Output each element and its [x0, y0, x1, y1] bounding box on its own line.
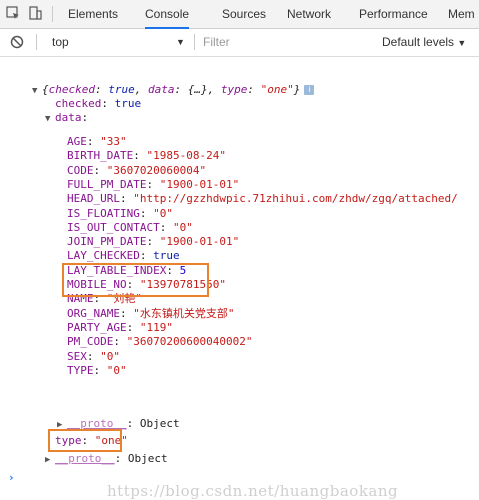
property-value: "0" [100, 349, 120, 363]
brace: } [293, 83, 301, 96]
property-key: __proto__ [55, 452, 115, 465]
property-key: BIRTH_DATE [67, 149, 134, 163]
tab-performance[interactable]: Performance [359, 0, 428, 28]
property-value: "0" [153, 206, 173, 220]
property-value: "119" [139, 320, 173, 334]
property-key: HEAD_URL [67, 192, 120, 206]
property-key: checked [55, 97, 102, 110]
property-value: "1900-01-01" [159, 235, 240, 249]
device-toolbar-icon[interactable] [28, 6, 42, 20]
proto-row[interactable]: ▶ __proto__: Object [45, 452, 168, 466]
prompt-caret-icon: › [8, 471, 15, 484]
property-value: Object [127, 452, 168, 465]
property-value: true [114, 97, 142, 110]
data-property-row[interactable]: ▼ data: [45, 111, 88, 125]
object-summary[interactable]: ▼ {checked: true, data: {…}, type: "one"}… [32, 83, 315, 98]
property-key: FULL_PM_DATE [67, 177, 147, 191]
expand-triangle-icon[interactable]: ▼ [45, 112, 55, 126]
property-row: checked: true [55, 97, 142, 110]
property-key: AGE [67, 135, 87, 148]
log-levels-dropdown[interactable]: Default levels ▼ [382, 29, 466, 57]
filter-divider [36, 34, 37, 50]
data-field-row: PARTY_AGE: "119" [67, 320, 173, 334]
summary-value: {…} [187, 83, 208, 96]
chevron-down-icon: ▼ [457, 38, 467, 48]
data-field-row: BIRTH_DATE: "1985-08-24" [67, 149, 226, 163]
property-value: true [153, 249, 180, 263]
property-value: "3607020060004" [106, 163, 207, 177]
tab-network[interactable]: Network [287, 0, 331, 28]
property-key: ORG_NAME [67, 306, 120, 320]
property-value: "水东镇机关党支部" [133, 306, 235, 320]
data-field-row: IS_OUT_CONTACT: "0" [67, 220, 193, 234]
data-field-row: JOIN_PM_DATE: "1900-01-01" [67, 235, 240, 249]
property-value: "0" [172, 220, 193, 234]
data-field-row: CODE: "3607020060004" [67, 163, 207, 177]
tab-console[interactable]: Console [145, 0, 190, 29]
property-key: IS_FLOATING [67, 206, 140, 220]
data-field-row: HEAD_URL: "http://gzzhdwpic.71zhihui.com… [67, 192, 458, 206]
watermark: https://blog.csdn.net/huangbaokang [107, 482, 399, 500]
expand-triangle-icon[interactable]: ▶ [45, 453, 55, 467]
property-value: "33" [100, 135, 127, 148]
property-key: data [55, 111, 82, 124]
property-key: LAY_CHECKED [67, 249, 140, 263]
property-key: IS_OUT_CONTACT [67, 220, 160, 234]
property-key: CODE [67, 163, 94, 177]
filter-divider [194, 34, 195, 50]
summary-value: true [108, 83, 135, 96]
devtools-tabbar: Elements Console Sources Network Perform… [0, 0, 479, 29]
property-value: "36070200600040002" [126, 335, 253, 349]
brace: { [42, 83, 49, 96]
data-field-row: AGE: "33" [67, 135, 127, 148]
property-value: "0" [106, 363, 127, 377]
data-field-row: FULL_PM_DATE: "1900-01-01" [67, 177, 240, 191]
highlight-box [62, 263, 209, 297]
console-output: ▼ {checked: true, data: {…}, type: "one"}… [0, 57, 479, 498]
filter-input[interactable] [203, 34, 363, 50]
data-field-row: TYPE: "0" [67, 363, 127, 377]
property-key: PARTY_AGE [67, 320, 127, 334]
property-value: "http://gzzhdwpic.71zhihui.com/zhdw/zgq/… [133, 192, 458, 206]
property-key: SEX [67, 349, 87, 363]
data-field-row: LAY_CHECKED: true [67, 249, 180, 263]
property-value: "1900-01-01" [159, 177, 240, 191]
highlight-box [48, 429, 122, 452]
tab-sources[interactable]: Sources [222, 0, 266, 28]
property-key: PM_CODE [67, 335, 114, 349]
data-field-row: ORG_NAME: "水东镇机关党支部" [67, 306, 235, 320]
expand-triangle-icon[interactable]: ▼ [32, 84, 42, 98]
property-value: Object [139, 417, 180, 430]
tab-memory[interactable]: Mem [448, 0, 475, 28]
property-key: JOIN_PM_DATE [67, 235, 147, 249]
tab-elements[interactable]: Elements [68, 0, 118, 28]
console-prompt[interactable]: › [8, 471, 15, 485]
clear-console-icon[interactable] [10, 35, 24, 49]
summary-value: "one" [260, 83, 294, 96]
data-field-row: PM_CODE: "36070200600040002" [67, 335, 253, 349]
property-key: TYPE [67, 363, 94, 377]
summary-key: data [147, 83, 175, 96]
summary-key: type [220, 83, 248, 96]
data-field-row: IS_FLOATING: "0" [67, 206, 173, 220]
toolbar-divider [52, 6, 53, 22]
console-filter-bar: top ▼ Default levels ▼ [0, 29, 479, 57]
data-field-row: SEX: "0" [67, 349, 120, 363]
property-value: "1985-08-24" [146, 149, 226, 163]
inspect-element-icon[interactable] [6, 6, 20, 20]
chevron-down-icon[interactable]: ▼ [176, 29, 185, 56]
info-icon[interactable]: i [304, 85, 315, 95]
context-selector[interactable]: top [52, 29, 69, 56]
summary-key: checked [48, 83, 95, 96]
log-levels-label: Default levels [382, 35, 455, 49]
